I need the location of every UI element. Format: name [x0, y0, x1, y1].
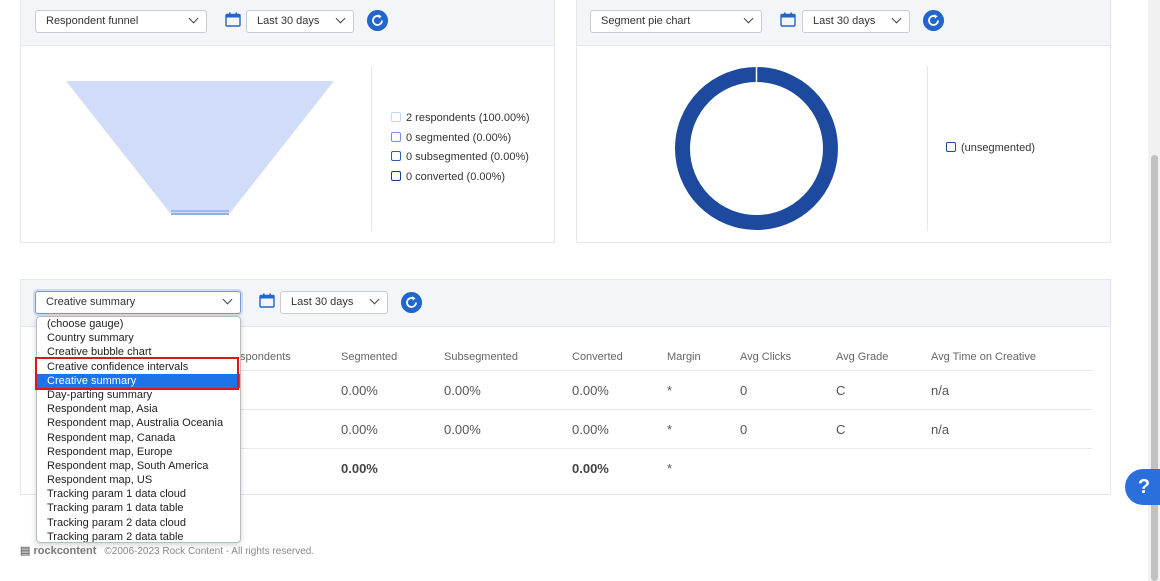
dropdown-option[interactable]: Respondent map, South America	[37, 459, 240, 473]
pie-gauge-value: Segment pie chart	[601, 15, 691, 27]
funnel-gauge-value: Respondent funnel	[46, 15, 139, 27]
pie-gauge-select[interactable]: Segment pie chart	[590, 10, 762, 33]
chevron-down-icon	[743, 13, 754, 24]
col-header-subsegmented: Subsegmented	[444, 351, 518, 363]
creative-gauge-select[interactable]: Creative summary	[35, 291, 241, 314]
col-header-avg-clicks: Avg Clicks	[740, 351, 792, 363]
creative-gauge-value: Creative summary	[46, 296, 136, 308]
table-divider	[236, 370, 1092, 371]
calendar-icon[interactable]	[225, 12, 241, 27]
funnel-chart	[66, 81, 334, 215]
pie-chart	[675, 67, 838, 230]
total-margin: *	[667, 461, 673, 476]
creative-range-select[interactable]: Last 30 days	[280, 291, 388, 314]
copyright-text: ©2006-2023 Rock Content - All rights res…	[104, 546, 315, 557]
cell-subsegmented: 0.00%	[444, 422, 481, 437]
dropdown-option[interactable]: Respondent map, Australia Oceania	[37, 416, 240, 430]
funnel-gauge-select[interactable]: Respondent funnel	[35, 10, 207, 33]
chevron-down-icon	[335, 13, 346, 24]
pie-range-select[interactable]: Last 30 days	[802, 10, 910, 33]
total-converted: 0.00%	[572, 461, 609, 476]
cell-avg-clicks: 0	[740, 422, 748, 437]
dropdown-option[interactable]: Respondent map, Europe	[37, 445, 240, 459]
calendar-icon[interactable]	[780, 12, 796, 27]
help-button[interactable]: ?	[1125, 469, 1160, 505]
gauge-dropdown-list[interactable]: (choose gauge) Country summary Creative …	[36, 316, 241, 543]
cell-margin: *	[667, 383, 673, 398]
rockcontent-logo: ▤ rockcontent	[20, 545, 97, 557]
cell-avg-grade: C	[836, 383, 846, 398]
dropdown-option[interactable]: Day-parting summary	[37, 388, 240, 402]
dropdown-option[interactable]: (choose gauge)	[37, 317, 240, 331]
scrollbar-thumb[interactable]	[1151, 155, 1158, 581]
col-header-segmented: Segmented	[341, 351, 398, 363]
creative-range-value: Last 30 days	[291, 296, 354, 308]
cell-avg-time: n/a	[931, 422, 950, 437]
dropdown-option[interactable]: Respondent map, Asia	[37, 402, 240, 416]
pie-range-value: Last 30 days	[813, 15, 876, 27]
dropdown-option[interactable]: Country summary	[37, 331, 240, 345]
table-divider	[236, 448, 1092, 449]
col-header-respondents: spondents	[240, 351, 291, 363]
cell-converted: 0.00%	[572, 383, 609, 398]
legend-swatch	[946, 142, 956, 152]
dropdown-option[interactable]: Respondent map, Canada	[37, 431, 240, 445]
refresh-icon[interactable]	[923, 10, 944, 31]
funnel-legend-respondents: 2 respondents (100.00%)	[391, 112, 530, 124]
cell-segmented: 0.00%	[341, 422, 378, 437]
col-header-converted: Converted	[572, 351, 623, 363]
legend-swatch	[391, 171, 401, 181]
pie-ring	[675, 67, 838, 230]
pie-legend-unsegmented: (unsegmented)	[946, 142, 1035, 154]
funnel-shape	[66, 81, 334, 213]
legend-swatch	[391, 151, 401, 161]
dropdown-option[interactable]: Tracking param 2 data cloud	[37, 516, 240, 530]
funnel-legend-converted: 0 converted (0.00%)	[391, 171, 505, 183]
dropdown-option[interactable]: Respondent map, US	[37, 473, 240, 487]
funnel-range-value: Last 30 days	[257, 15, 320, 27]
chevron-down-icon	[222, 294, 233, 305]
cell-segmented: 0.00%	[341, 383, 378, 398]
help-icon: ?	[1137, 476, 1151, 498]
chevron-down-icon	[188, 13, 199, 24]
refresh-icon[interactable]	[401, 292, 422, 313]
table-divider	[236, 409, 1092, 410]
legend-swatch	[391, 112, 401, 122]
cell-margin: *	[667, 422, 673, 437]
pie-divider	[927, 66, 928, 231]
pie-widget	[576, 0, 1111, 243]
funnel-legend-subsegmented: 0 subsegmented (0.00%)	[391, 151, 529, 163]
funnel-divider	[371, 66, 372, 231]
funnel-legend-segmented: 0 segmented (0.00%)	[391, 132, 511, 144]
total-segmented: 0.00%	[341, 461, 378, 476]
funnel-range-select[interactable]: Last 30 days	[246, 10, 354, 33]
col-header-avg-grade: Avg Grade	[836, 351, 889, 363]
chevron-down-icon	[369, 294, 380, 305]
calendar-icon[interactable]	[259, 293, 275, 308]
cell-subsegmented: 0.00%	[444, 383, 481, 398]
col-header-margin: Margin	[667, 351, 701, 363]
cell-converted: 0.00%	[572, 422, 609, 437]
col-header-avg-time: Avg Time on Creative	[931, 351, 1036, 363]
dropdown-option[interactable]: Tracking param 1 data cloud	[37, 487, 240, 501]
cell-avg-clicks: 0	[740, 383, 748, 398]
chevron-down-icon	[891, 13, 902, 24]
dropdown-option[interactable]: Tracking param 1 data table	[37, 501, 240, 515]
dropdown-option[interactable]: Tracking param 2 data table	[37, 530, 240, 542]
legend-swatch	[391, 132, 401, 142]
cell-avg-time: n/a	[931, 383, 950, 398]
annotation-highlight-box	[35, 357, 239, 390]
cell-avg-grade: C	[836, 422, 846, 437]
footer: ▤ rockcontent ©2006-2023 Rock Content - A…	[20, 544, 314, 557]
refresh-icon[interactable]	[367, 10, 388, 31]
